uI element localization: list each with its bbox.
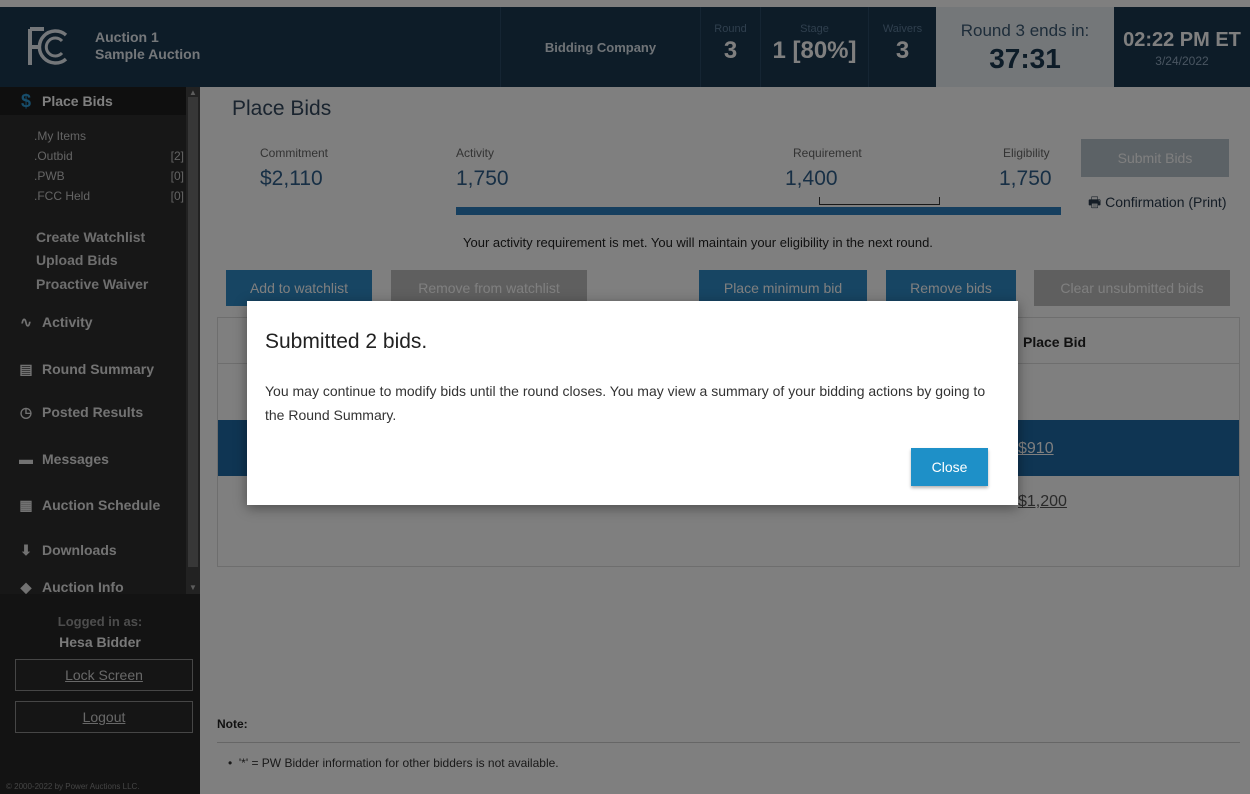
app-root: Auction 1 Sample Auction Bidding Company…: [0, 0, 1250, 794]
close-button[interactable]: Close: [911, 448, 988, 486]
dialog-title: Submitted 2 bids.: [265, 330, 428, 353]
submitted-bids-dialog: Submitted 2 bids. You may continue to mo…: [247, 301, 1018, 505]
dialog-message: You may continue to modify bids until th…: [265, 383, 986, 423]
